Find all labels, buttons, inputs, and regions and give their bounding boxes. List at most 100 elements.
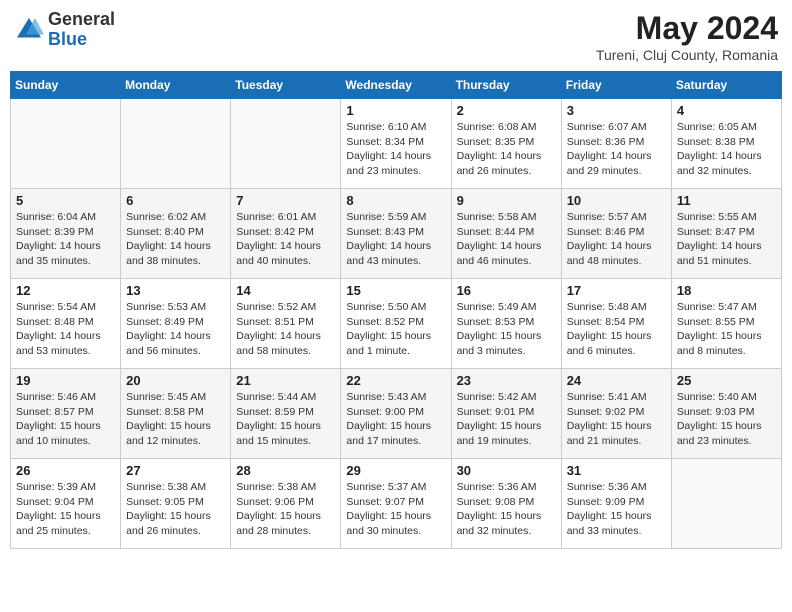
day-info: Sunrise: 5:55 AM Sunset: 8:47 PM Dayligh… <box>677 210 776 269</box>
day-number: 9 <box>457 193 556 208</box>
day-number: 25 <box>677 373 776 388</box>
day-number: 19 <box>16 373 115 388</box>
day-number: 21 <box>236 373 335 388</box>
day-info: Sunrise: 6:04 AM Sunset: 8:39 PM Dayligh… <box>16 210 115 269</box>
calendar-day-cell: 15Sunrise: 5:50 AM Sunset: 8:52 PM Dayli… <box>341 279 451 369</box>
calendar-day-cell: 6Sunrise: 6:02 AM Sunset: 8:40 PM Daylig… <box>121 189 231 279</box>
day-info: Sunrise: 5:47 AM Sunset: 8:55 PM Dayligh… <box>677 300 776 359</box>
day-of-week-header: Monday <box>121 72 231 99</box>
day-number: 18 <box>677 283 776 298</box>
calendar-day-cell: 7 Sunrise: 6:01 AM Sunset: 8:42 PM Daylig… <box>231 189 341 279</box>
calendar-day-cell: 30 Sunrise: 5:36 AM Sunset: 9:08 PM Dayli… <box>451 459 561 549</box>
day-info: Sunrise: 5:53 AM Sunset: 8:49 PM Dayligh… <box>126 300 225 359</box>
day-info: Sunrise: 6:07 AM Sunset: 8:36 PM Dayligh… <box>567 120 666 179</box>
calendar-day-cell <box>671 459 781 549</box>
day-of-week-header: Tuesday <box>231 72 341 99</box>
day-number: 2 <box>457 103 556 118</box>
day-number: 31 <box>567 463 666 478</box>
day-number: 1 <box>346 103 445 118</box>
calendar-day-cell: 4 Sunrise: 6:05 AM Sunset: 8:38 PM Daylig… <box>671 99 781 189</box>
day-number: 16 <box>457 283 556 298</box>
calendar-day-cell: 24 Sunrise: 5:41 AM Sunset: 9:02 PM Dayli… <box>561 369 671 459</box>
calendar-day-cell: 2 Sunrise: 6:08 AM Sunset: 8:35 PM Daylig… <box>451 99 561 189</box>
day-number: 24 <box>567 373 666 388</box>
day-number: 17 <box>567 283 666 298</box>
day-info: Sunrise: 5:36 AM Sunset: 9:09 PM Dayligh… <box>567 480 666 539</box>
header-row: SundayMondayTuesdayWednesdayThursdayFrid… <box>11 72 782 99</box>
day-number: 5 <box>16 193 115 208</box>
calendar-day-cell: 17 Sunrise: 5:48 AM Sunset: 8:54 PM Dayli… <box>561 279 671 369</box>
calendar-day-cell: 26Sunrise: 5:39 AM Sunset: 9:04 PM Dayli… <box>11 459 121 549</box>
calendar-week-row: 26Sunrise: 5:39 AM Sunset: 9:04 PM Dayli… <box>11 459 782 549</box>
calendar-day-cell: 10Sunrise: 5:57 AM Sunset: 8:46 PM Dayli… <box>561 189 671 279</box>
calendar-day-cell <box>231 99 341 189</box>
day-number: 29 <box>346 463 445 478</box>
calendar-day-cell: 9Sunrise: 5:58 AM Sunset: 8:44 PM Daylig… <box>451 189 561 279</box>
day-info: Sunrise: 6:10 AM Sunset: 8:34 PM Dayligh… <box>346 120 445 179</box>
day-number: 12 <box>16 283 115 298</box>
day-number: 27 <box>126 463 225 478</box>
calendar-body: 1 Sunrise: 6:10 AM Sunset: 8:34 PM Daylig… <box>11 99 782 549</box>
logo-general: General <box>48 9 115 29</box>
day-info: Sunrise: 5:43 AM Sunset: 9:00 PM Dayligh… <box>346 390 445 449</box>
day-info: Sunrise: 5:52 AM Sunset: 8:51 PM Dayligh… <box>236 300 335 359</box>
day-info: Sunrise: 5:49 AM Sunset: 8:53 PM Dayligh… <box>457 300 556 359</box>
calendar-day-cell: 11Sunrise: 5:55 AM Sunset: 8:47 PM Dayli… <box>671 189 781 279</box>
day-info: Sunrise: 5:57 AM Sunset: 8:46 PM Dayligh… <box>567 210 666 269</box>
calendar-day-cell: 5 Sunrise: 6:04 AM Sunset: 8:39 PM Daylig… <box>11 189 121 279</box>
calendar-day-cell: 1 Sunrise: 6:10 AM Sunset: 8:34 PM Daylig… <box>341 99 451 189</box>
day-of-week-header: Thursday <box>451 72 561 99</box>
calendar-day-cell: 22 Sunrise: 5:43 AM Sunset: 9:00 PM Dayli… <box>341 369 451 459</box>
calendar-week-row: 5 Sunrise: 6:04 AM Sunset: 8:39 PM Daylig… <box>11 189 782 279</box>
day-of-week-header: Sunday <box>11 72 121 99</box>
day-number: 28 <box>236 463 335 478</box>
day-number: 14 <box>236 283 335 298</box>
day-info: Sunrise: 5:42 AM Sunset: 9:01 PM Dayligh… <box>457 390 556 449</box>
day-info: Sunrise: 6:05 AM Sunset: 8:38 PM Dayligh… <box>677 120 776 179</box>
day-number: 30 <box>457 463 556 478</box>
day-info: Sunrise: 5:48 AM Sunset: 8:54 PM Dayligh… <box>567 300 666 359</box>
calendar-day-cell <box>121 99 231 189</box>
day-number: 7 <box>236 193 335 208</box>
calendar-day-cell: 16 Sunrise: 5:49 AM Sunset: 8:53 PM Dayli… <box>451 279 561 369</box>
day-number: 4 <box>677 103 776 118</box>
day-number: 3 <box>567 103 666 118</box>
day-info: Sunrise: 5:41 AM Sunset: 9:02 PM Dayligh… <box>567 390 666 449</box>
logo-text: General Blue <box>48 10 115 50</box>
calendar-day-cell: 27 Sunrise: 5:38 AM Sunset: 9:05 PM Dayli… <box>121 459 231 549</box>
day-info: Sunrise: 6:01 AM Sunset: 8:42 PM Dayligh… <box>236 210 335 269</box>
day-info: Sunrise: 5:37 AM Sunset: 9:07 PM Dayligh… <box>346 480 445 539</box>
day-number: 22 <box>346 373 445 388</box>
calendar-day-cell: 31 Sunrise: 5:36 AM Sunset: 9:09 PM Dayli… <box>561 459 671 549</box>
day-number: 26 <box>16 463 115 478</box>
calendar-table: SundayMondayTuesdayWednesdayThursdayFrid… <box>10 71 782 549</box>
logo-blue: Blue <box>48 29 87 49</box>
day-of-week-header: Saturday <box>671 72 781 99</box>
day-number: 13 <box>126 283 225 298</box>
calendar-day-cell: 18 Sunrise: 5:47 AM Sunset: 8:55 PM Dayli… <box>671 279 781 369</box>
calendar-week-row: 12Sunrise: 5:54 AM Sunset: 8:48 PM Dayli… <box>11 279 782 369</box>
day-number: 20 <box>126 373 225 388</box>
calendar-day-cell: 21Sunrise: 5:44 AM Sunset: 8:59 PM Dayli… <box>231 369 341 459</box>
day-of-week-header: Wednesday <box>341 72 451 99</box>
calendar-day-cell: 14 Sunrise: 5:52 AM Sunset: 8:51 PM Dayli… <box>231 279 341 369</box>
day-number: 23 <box>457 373 556 388</box>
calendar-day-cell: 19 Sunrise: 5:46 AM Sunset: 8:57 PM Dayli… <box>11 369 121 459</box>
calendar-day-cell: 29 Sunrise: 5:37 AM Sunset: 9:07 PM Dayli… <box>341 459 451 549</box>
calendar-day-cell: 3 Sunrise: 6:07 AM Sunset: 8:36 PM Daylig… <box>561 99 671 189</box>
calendar-day-cell: 23 Sunrise: 5:42 AM Sunset: 9:01 PM Dayli… <box>451 369 561 459</box>
calendar-day-cell: 20Sunrise: 5:45 AM Sunset: 8:58 PM Dayli… <box>121 369 231 459</box>
day-number: 6 <box>126 193 225 208</box>
day-of-week-header: Friday <box>561 72 671 99</box>
day-number: 15 <box>346 283 445 298</box>
day-info: Sunrise: 6:08 AM Sunset: 8:35 PM Dayligh… <box>457 120 556 179</box>
day-info: Sunrise: 5:59 AM Sunset: 8:43 PM Dayligh… <box>346 210 445 269</box>
location: Tureni, Cluj County, Romania <box>596 47 778 63</box>
calendar-day-cell <box>11 99 121 189</box>
logo: General Blue <box>14 10 115 50</box>
day-info: Sunrise: 5:46 AM Sunset: 8:57 PM Dayligh… <box>16 390 115 449</box>
day-info: Sunrise: 5:38 AM Sunset: 9:05 PM Dayligh… <box>126 480 225 539</box>
month-year: May 2024 <box>596 10 778 47</box>
title-block: May 2024 Tureni, Cluj County, Romania <box>596 10 778 63</box>
day-info: Sunrise: 5:36 AM Sunset: 9:08 PM Dayligh… <box>457 480 556 539</box>
